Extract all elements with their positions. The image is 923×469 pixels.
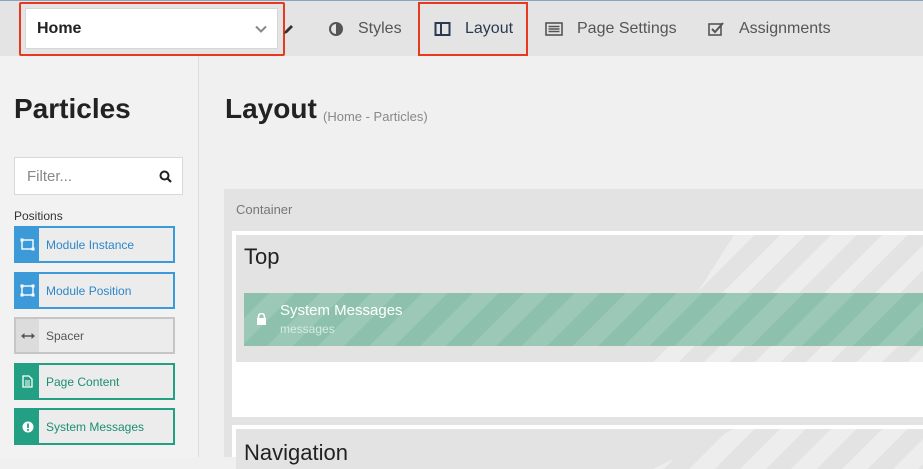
document-icon [16,365,39,398]
particle-subtitle: messages [280,322,335,336]
section-navigation[interactable]: Navigation [232,425,923,469]
particle-spacer[interactable]: Spacer [14,317,175,354]
particle-stripes [244,293,923,346]
page-subtitle: (Home - Particles) [323,109,428,124]
tab-page-settings[interactable]: Page Settings [545,1,677,56]
particle-system-messages-locked[interactable]: System Messages messages [244,293,923,346]
particle-label: Module Position [46,283,132,298]
particle-module-instance[interactable]: Module Instance [14,226,175,263]
outline-selector[interactable]: Home [25,8,278,49]
search-icon[interactable] [159,170,172,188]
tab-styles-label: Styles [358,19,402,37]
lock-icon [256,312,267,330]
module-position-icon [16,274,39,307]
section-top[interactable]: Top System Messages messages [232,231,923,417]
particle-module-position[interactable]: Module Position [14,272,175,309]
tab-page-settings-label: Page Settings [577,19,677,37]
particle-title: System Messages [280,302,403,319]
section-title: Top [244,244,280,269]
particle-label: Module Instance [46,237,135,252]
top-toolbar: Home Styles Layout Page Settings Assignm… [0,0,923,56]
half-circle-icon [329,21,343,36]
section-stripes [653,429,923,469]
tab-assignments[interactable]: Assignments [708,1,831,56]
sidebar-title: Particles [14,93,131,124]
tab-styles[interactable]: Styles [328,1,402,56]
section-top-inner: Top System Messages messages [236,235,923,362]
columns-icon [434,21,451,36]
chevron-down-icon [254,22,268,41]
list-panel-icon [545,21,563,36]
section-title: Navigation [244,440,348,465]
particle-label: Spacer [46,328,85,343]
particle-page-content[interactable]: Page Content [14,363,175,400]
tab-layout[interactable]: Layout [434,1,513,56]
tab-layout-label: Layout [465,19,514,37]
filter-field [14,157,183,195]
particle-label: Page Content [46,374,120,389]
spacer-arrows-icon [16,319,39,352]
positions-heading: Positions [14,209,63,223]
section-navigation-inner: Navigation [236,429,923,469]
check-square-icon [708,21,724,36]
exclamation-icon [16,410,39,443]
particle-label: System Messages [46,419,145,434]
outline-selector-value: Home [37,20,82,37]
container-label: Container [236,202,293,217]
module-instance-icon [16,228,39,261]
layout-container: Container Top System Messages messages N… [224,189,923,469]
page-title: Layout [225,93,317,124]
pencil-icon[interactable] [283,22,295,40]
filter-input[interactable] [15,158,155,194]
particles-sidebar: Particles Positions Module Instance [0,56,199,457]
particle-system-messages[interactable]: System Messages [14,408,175,445]
tab-assignments-label: Assignments [739,19,831,37]
